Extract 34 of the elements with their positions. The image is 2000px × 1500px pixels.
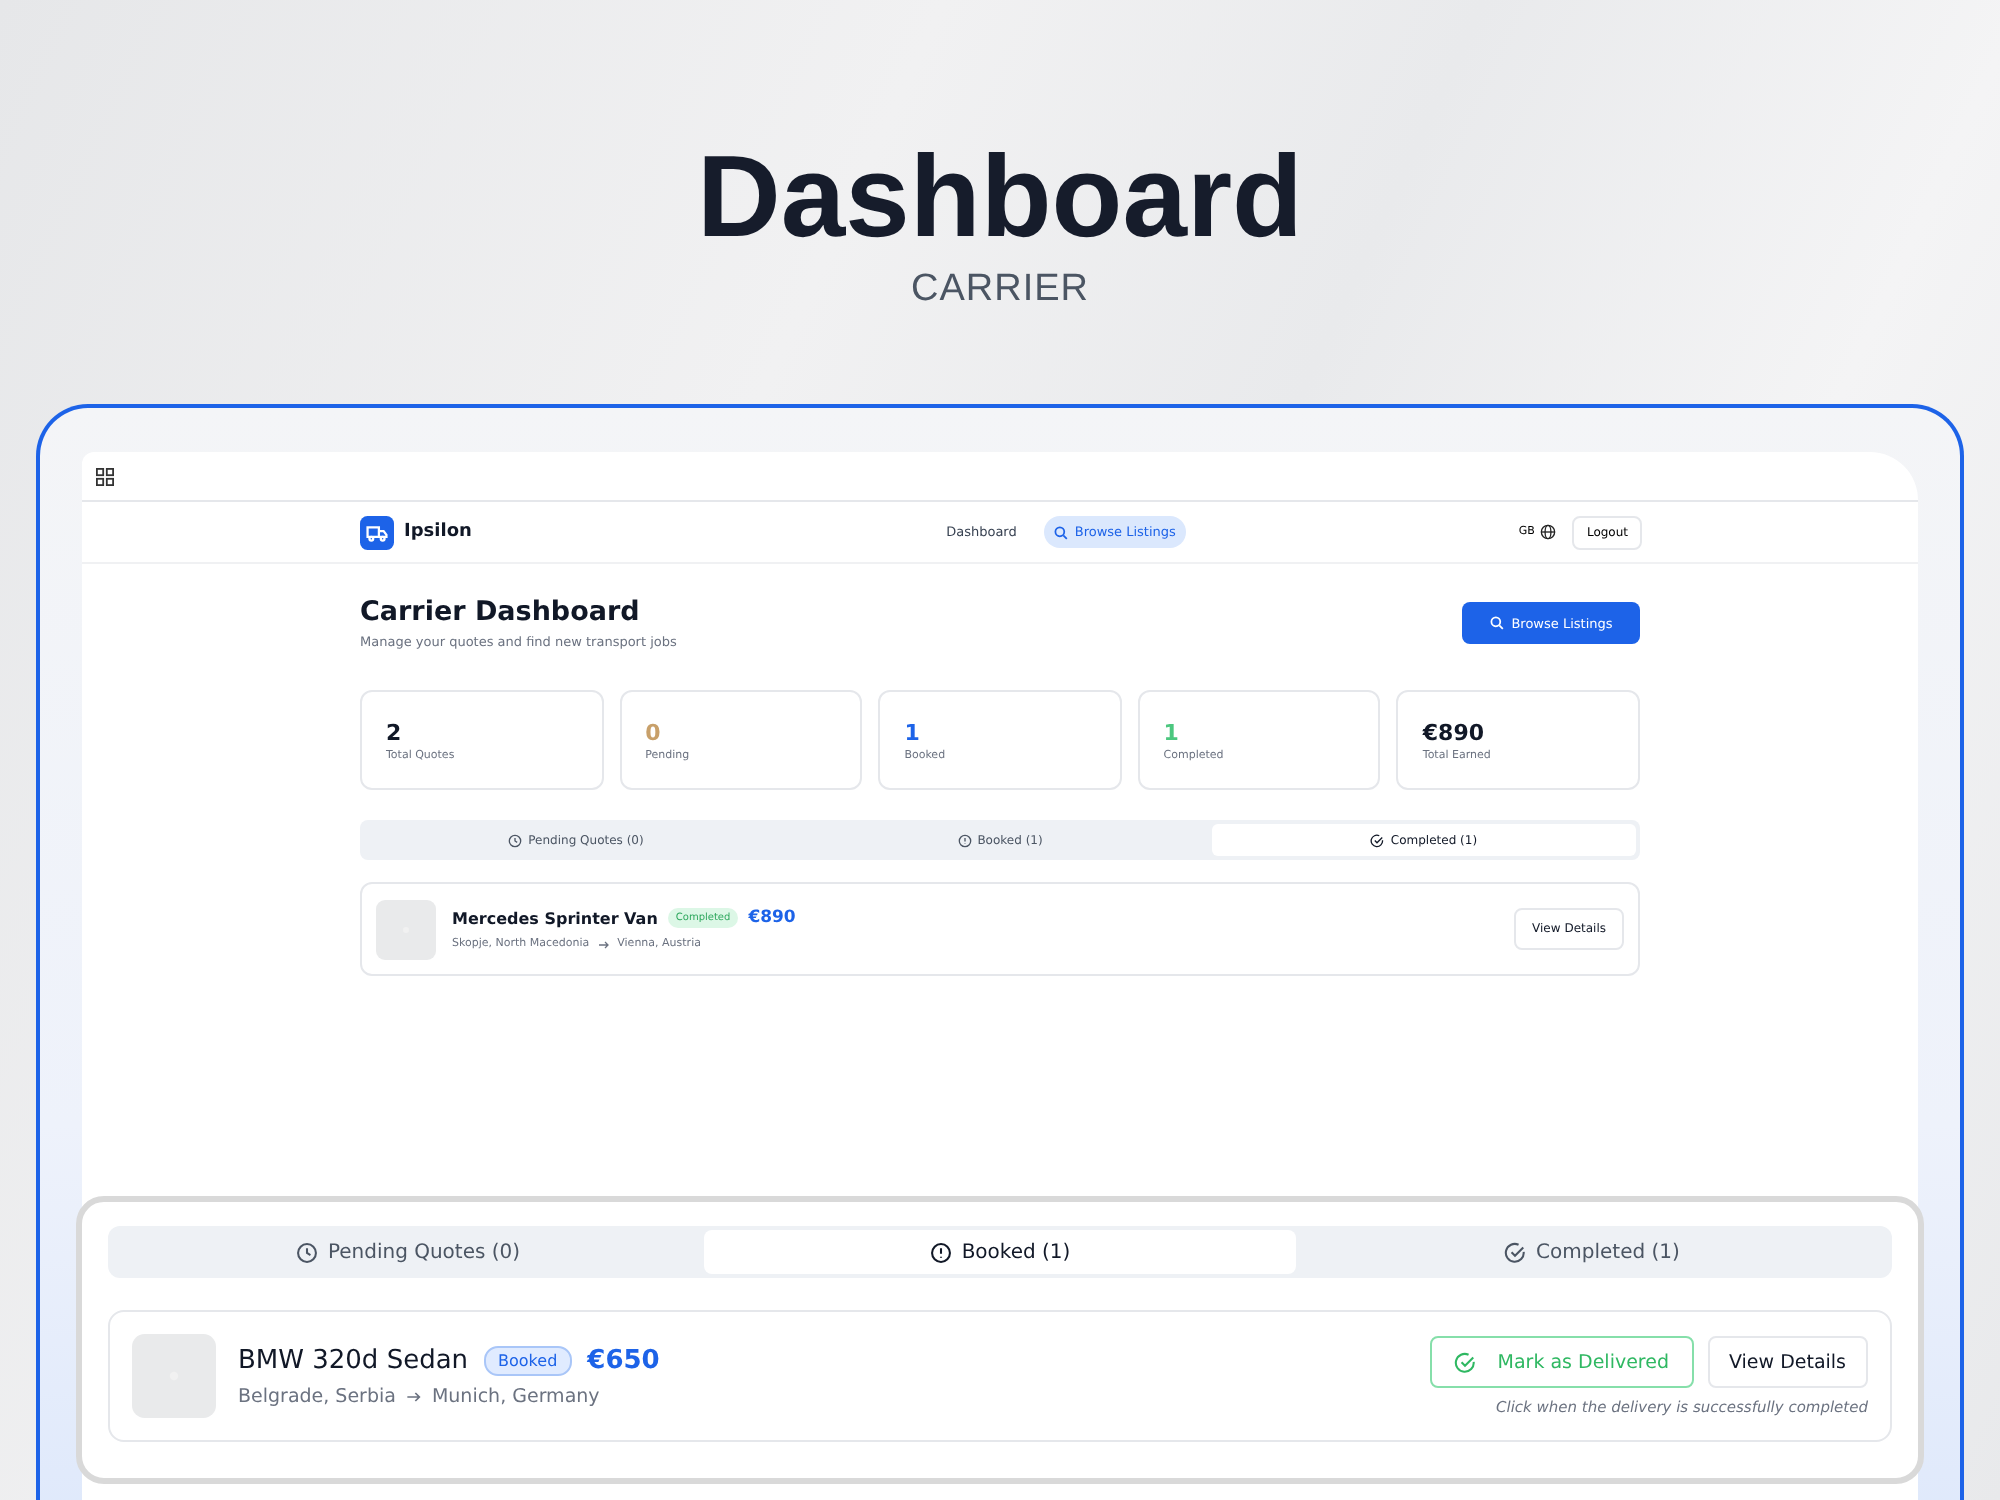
stat-value: 2 <box>386 719 404 745</box>
stat-value: 0 <box>645 719 663 745</box>
origin: Belgrade, Serbia <box>238 1385 396 1407</box>
check-circle-icon <box>1504 1241 1527 1263</box>
status-badge: Booked <box>484 1345 572 1375</box>
grid-icon[interactable] <box>96 467 114 485</box>
stat-value: 1 <box>904 719 922 745</box>
alert-icon <box>929 1241 952 1263</box>
check-circle-icon <box>1370 833 1385 847</box>
search-icon <box>1054 525 1069 539</box>
page-subtitle: CARRIER <box>910 268 1089 312</box>
stat-value: 1 <box>1163 719 1181 745</box>
tab[interactable]: Completed (1) <box>1296 1230 1888 1274</box>
stat-value: €890 <box>1422 719 1487 745</box>
brand-name: Ipsilon <box>404 522 472 542</box>
truck-logo-icon <box>360 515 394 549</box>
arrow-right-icon <box>597 939 610 949</box>
clock-icon <box>295 1241 318 1263</box>
search-icon <box>1489 616 1504 630</box>
listing-title: BMW 320d Sedan <box>238 1345 469 1375</box>
price: €650 <box>587 1345 660 1375</box>
arrow-right-icon <box>405 1389 422 1403</box>
price: €890 <box>748 908 796 928</box>
destination: Munich, Germany <box>431 1385 600 1407</box>
page-title: Dashboard <box>697 132 1303 264</box>
globe-icon <box>1540 524 1557 540</box>
check-circle-icon <box>1453 1351 1476 1373</box>
tab[interactable]: Pending Quotes (0) <box>112 1230 704 1274</box>
listing-title: Mercedes Sprinter Van <box>452 909 658 927</box>
dashboard-heading: Carrier Dashboard <box>360 596 642 628</box>
tab[interactable]: Booked (1) <box>704 1230 1296 1274</box>
view-details-button[interactable]: View Details <box>1707 1336 1868 1388</box>
clock-icon <box>508 833 523 847</box>
alert-icon <box>957 833 972 847</box>
